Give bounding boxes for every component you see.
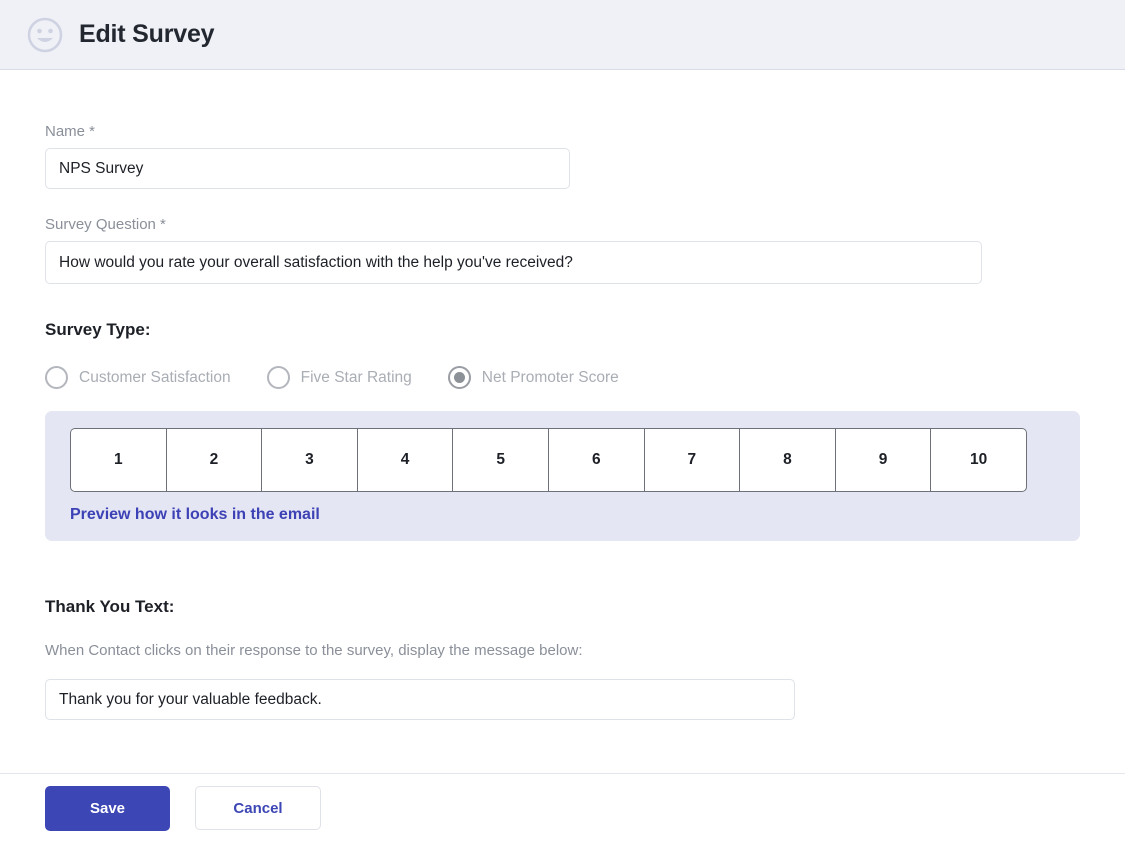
question-input[interactable]: How would you rate your overall satisfac… bbox=[45, 241, 982, 284]
radio-label: Net Promoter Score bbox=[482, 369, 619, 387]
scale-cell[interactable]: 9 bbox=[835, 428, 931, 492]
radio-option-net-promoter-score[interactable]: Net Promoter Score bbox=[448, 366, 619, 389]
radio-circle-selected-icon[interactable] bbox=[448, 366, 471, 389]
name-label: Name * bbox=[45, 123, 1125, 140]
scale-cell[interactable]: 6 bbox=[548, 428, 644, 492]
thank-you-input[interactable]: Thank you for your valuable feedback. bbox=[45, 679, 795, 720]
question-field-group: Survey Question * How would you rate you… bbox=[45, 216, 1125, 284]
question-label: Survey Question * bbox=[45, 216, 1125, 233]
name-field-group: Name * NPS Survey bbox=[45, 123, 1125, 189]
scale-cell[interactable]: 4 bbox=[357, 428, 453, 492]
radio-option-customer-satisfaction[interactable]: Customer Satisfaction bbox=[45, 366, 231, 389]
preview-email-link[interactable]: Preview how it looks in the email bbox=[70, 506, 320, 524]
survey-type-radio-row: Customer Satisfaction Five Star Rating N… bbox=[45, 366, 1125, 389]
scale-cell[interactable]: 8 bbox=[739, 428, 835, 492]
radio-dot-icon bbox=[454, 372, 465, 383]
cancel-button[interactable]: Cancel bbox=[195, 786, 321, 830]
smiley-face-icon bbox=[25, 15, 65, 55]
scale-cell[interactable]: 10 bbox=[930, 428, 1027, 492]
thank-you-help-text: When Contact clicks on their response to… bbox=[45, 642, 1125, 659]
radio-label: Customer Satisfaction bbox=[79, 369, 231, 387]
page-header: Edit Survey bbox=[0, 0, 1125, 70]
scale-cell[interactable]: 1 bbox=[70, 428, 166, 492]
thank-you-title: Thank You Text: bbox=[45, 597, 1125, 617]
page-title: Edit Survey bbox=[79, 20, 214, 49]
radio-option-five-star-rating[interactable]: Five Star Rating bbox=[267, 366, 412, 389]
scale-cell[interactable]: 3 bbox=[261, 428, 357, 492]
scale-cell[interactable]: 2 bbox=[166, 428, 262, 492]
radio-circle-icon[interactable] bbox=[267, 366, 290, 389]
form-footer: Save Cancel bbox=[0, 773, 1125, 842]
survey-type-title: Survey Type: bbox=[45, 320, 1125, 340]
survey-type-group: Survey Type: Customer Satisfaction Five … bbox=[45, 320, 1125, 389]
survey-form: Name * NPS Survey Survey Question * How … bbox=[0, 123, 1125, 720]
radio-label: Five Star Rating bbox=[301, 369, 412, 387]
nps-scale-panel: 1 2 3 4 5 6 7 8 9 10 Preview how it look… bbox=[45, 411, 1080, 541]
nps-scale-strip: 1 2 3 4 5 6 7 8 9 10 bbox=[70, 428, 1027, 492]
scale-cell[interactable]: 7 bbox=[644, 428, 740, 492]
scale-cell[interactable]: 5 bbox=[452, 428, 548, 492]
name-input[interactable]: NPS Survey bbox=[45, 148, 570, 189]
thank-you-group: Thank You Text: When Contact clicks on t… bbox=[45, 597, 1125, 720]
save-button[interactable]: Save bbox=[45, 786, 170, 831]
radio-circle-icon[interactable] bbox=[45, 366, 68, 389]
